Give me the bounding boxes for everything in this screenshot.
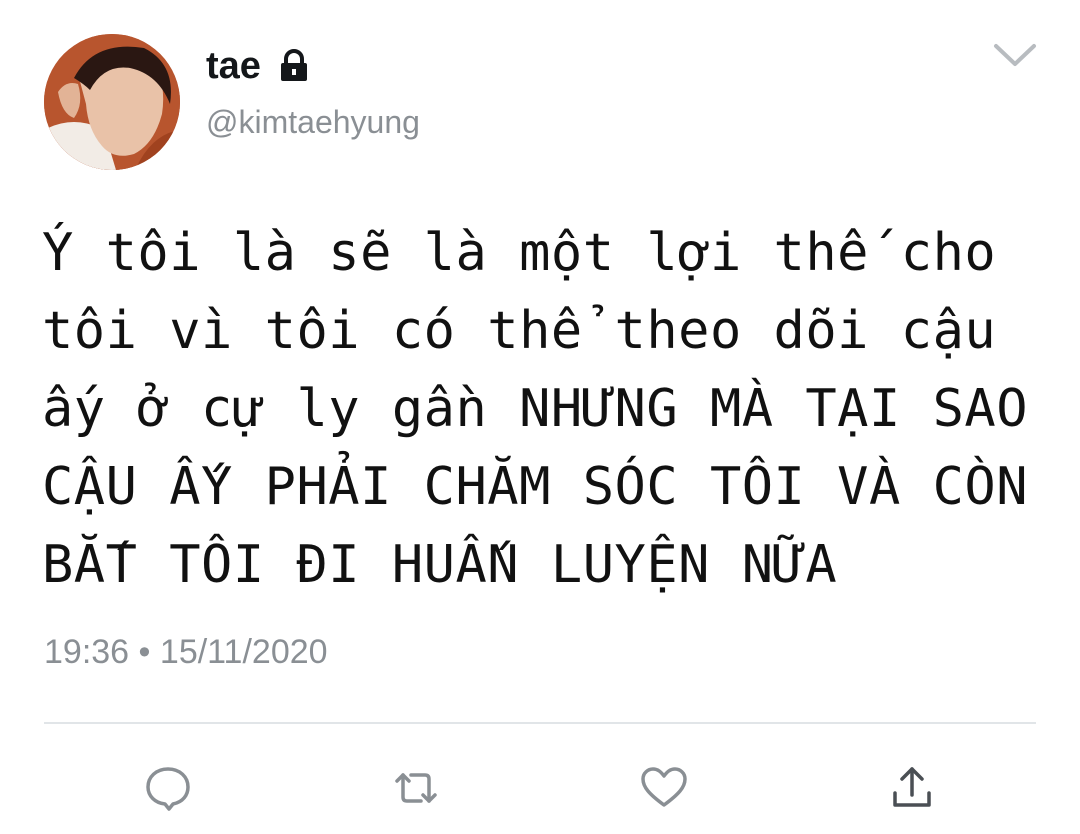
divider <box>44 722 1036 724</box>
display-name[interactable]: tae <box>206 42 311 90</box>
like-icon <box>641 767 687 807</box>
avatar[interactable] <box>44 34 180 170</box>
reply-button[interactable] <box>140 760 196 816</box>
retweet-icon <box>395 773 437 803</box>
tweet-line: BẮT TÔI ĐI HUẤN LUYỆN NỮA <box>42 535 838 595</box>
chevron-down-icon[interactable] <box>992 40 1038 70</box>
tweet-line: CẬU ẤY PHẢI CHĂM SÓC TÔI VÀ CÒN <box>42 457 1029 517</box>
tweet-time: 19:36 <box>44 633 130 671</box>
tweet-text: Ý tôi là sẽ là một lợi thế cho tôi vì tô… <box>42 214 1052 604</box>
tweet-date: 15/11/2020 <box>159 633 328 671</box>
retweet-button[interactable] <box>388 760 444 816</box>
avatar-image <box>44 34 180 170</box>
lock-icon <box>280 49 307 81</box>
display-name-text: tae <box>206 45 261 87</box>
share-button[interactable] <box>884 760 940 816</box>
user-handle[interactable]: @kimtaehyung <box>206 102 420 142</box>
tweet-line: Ý tôi là sẽ là một lợi thế cho <box>42 223 997 283</box>
timestamp-separator: • <box>138 633 151 671</box>
share-icon <box>893 767 931 807</box>
reply-icon <box>146 767 190 811</box>
tweet-actions <box>0 760 1080 816</box>
tweet-timestamp[interactable]: 19:36 • 15/11/2020 <box>44 632 328 672</box>
tweet-line: ấy ở cự ly gần NHƯNG MÀ TẠI SAO <box>42 379 1029 439</box>
like-button[interactable] <box>636 760 692 816</box>
tweet-line: tôi vì tôi có thể theo dõi cậu <box>42 301 997 361</box>
